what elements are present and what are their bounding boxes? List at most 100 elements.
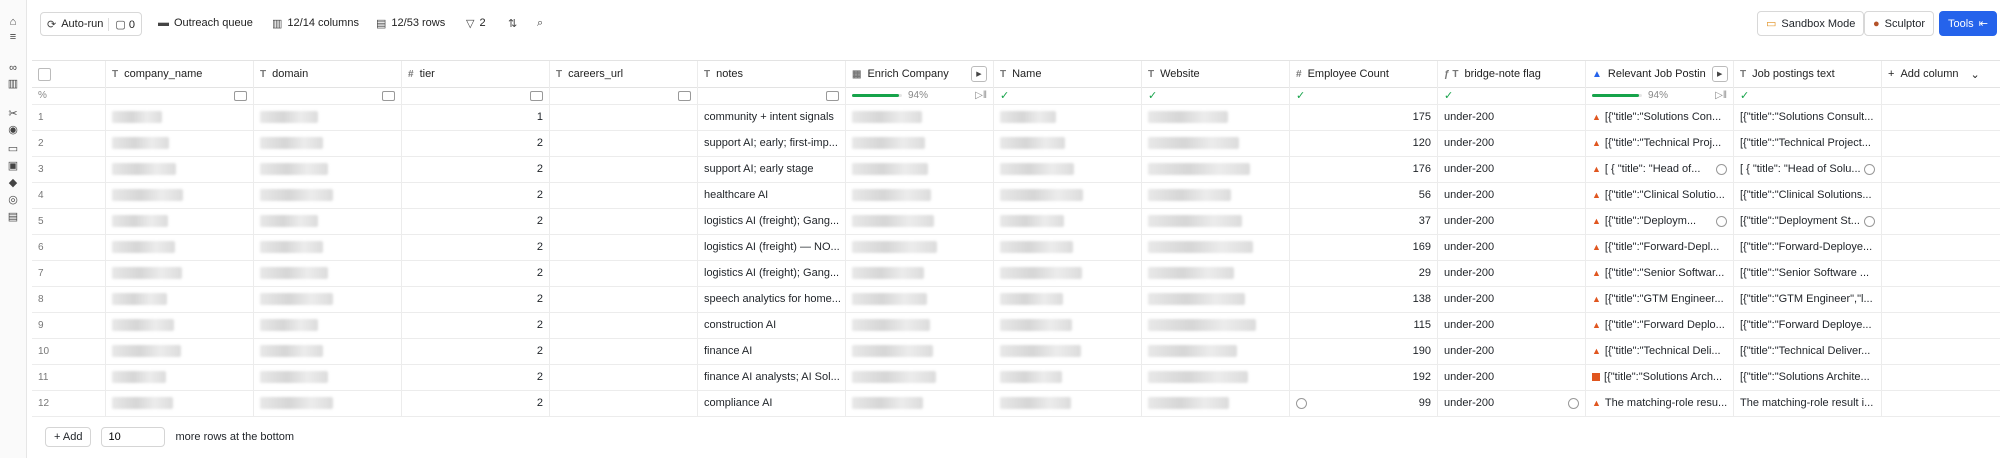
- careers-url-cell[interactable]: [550, 234, 698, 260]
- job-postings-text-cell[interactable]: [ { "title": "Head of Solu...: [1734, 156, 1882, 182]
- name-cell[interactable]: [994, 156, 1142, 182]
- tools-icon[interactable]: ✂: [7, 108, 19, 120]
- play-icon[interactable]: ▶: [1711, 66, 1728, 82]
- company-name-cell[interactable]: [106, 156, 254, 182]
- column-header-tier[interactable]: # tier: [402, 61, 550, 87]
- autorun-button[interactable]: ⟳ Auto-run ▢ 0: [40, 12, 143, 36]
- filter-toggle-icon[interactable]: [234, 90, 247, 101]
- relevant-job-postings-cell[interactable]: ▲ [{"title":"GTM Engineer...: [1586, 286, 1734, 312]
- domain-cell[interactable]: [254, 130, 402, 156]
- broadcast-icon[interactable]: ◉: [7, 124, 19, 136]
- table-row[interactable]: 3 2 support AI; early stage 176 under-200 ▲[ …: [32, 156, 2000, 183]
- filter-toggle-icon[interactable]: [678, 90, 691, 101]
- enrich-company-cell[interactable]: [846, 338, 994, 364]
- column-header-employee-count[interactable]: # Employee Count: [1290, 61, 1438, 87]
- notes-cell[interactable]: support AI; early; first-imp...: [698, 130, 846, 156]
- website-cell[interactable]: [1142, 364, 1290, 390]
- careers-url-cell[interactable]: [550, 104, 698, 130]
- row-number-cell[interactable]: 12: [32, 390, 106, 416]
- careers-url-cell[interactable]: [550, 364, 698, 390]
- bridge-note-flag-cell[interactable]: under-200: [1438, 208, 1586, 234]
- name-cell[interactable]: [994, 364, 1142, 390]
- notes-cell[interactable]: community + intent signals: [698, 104, 846, 130]
- table-row[interactable]: 12 2 compliance AI 99 under-200 ▲ The matching…: [32, 390, 2000, 417]
- company-name-cell[interactable]: [106, 130, 254, 156]
- tier-cell[interactable]: 2: [402, 364, 550, 390]
- relevant-job-postings-cell[interactable]: ▲ [{"title":"Clinical Solutio...: [1586, 182, 1734, 208]
- notes-cell[interactable]: finance AI analysts; AI Sol...: [698, 364, 846, 390]
- row-number-cell[interactable]: 10: [32, 338, 106, 364]
- tier-cell[interactable]: 2: [402, 338, 550, 364]
- careers-url-cell[interactable]: [550, 156, 698, 182]
- bridge-note-flag-cell[interactable]: under-200: [1438, 338, 1586, 364]
- employee-count-cell[interactable]: 169: [1290, 234, 1438, 260]
- company-name-cell[interactable]: [106, 338, 254, 364]
- bridge-note-flag-cell[interactable]: under-200: [1438, 364, 1586, 390]
- notes-cell[interactable]: construction AI: [698, 312, 846, 338]
- website-cell[interactable]: [1142, 156, 1290, 182]
- filter-toggle-icon[interactable]: [382, 90, 395, 101]
- row-number-cell[interactable]: 3: [32, 156, 106, 182]
- employee-count-cell[interactable]: 176: [1290, 156, 1438, 182]
- column-header-company-name[interactable]: T company_name: [106, 61, 254, 87]
- website-cell[interactable]: [1142, 208, 1290, 234]
- record-icon[interactable]: ◎: [7, 194, 19, 206]
- domain-cell[interactable]: [254, 312, 402, 338]
- job-postings-text-cell[interactable]: [{"title":"GTM Engineer","l...: [1734, 286, 1882, 312]
- bridge-note-flag-cell[interactable]: under-200: [1438, 182, 1586, 208]
- careers-url-cell[interactable]: [550, 312, 698, 338]
- notes-cell[interactable]: logistics AI (freight); Gang...: [698, 208, 846, 234]
- row-number-cell[interactable]: 4: [32, 182, 106, 208]
- name-cell[interactable]: [994, 182, 1142, 208]
- domain-cell[interactable]: [254, 286, 402, 312]
- website-cell[interactable]: [1142, 234, 1290, 260]
- job-postings-text-cell[interactable]: [{"title":"Senior Software ...: [1734, 260, 1882, 286]
- company-name-cell[interactable]: [106, 286, 254, 312]
- column-header-enrich-company[interactable]: ▦ Enrich Company ▶: [846, 61, 994, 87]
- filter-toggle-icon[interactable]: [530, 90, 543, 101]
- play-icon[interactable]: ▶: [971, 66, 987, 82]
- notes-cell[interactable]: logistics AI (freight); Gang...: [698, 260, 846, 286]
- careers-url-cell[interactable]: [550, 286, 698, 312]
- list-icon[interactable]: ≡: [7, 31, 19, 43]
- filter-button[interactable]: ▽ 2: [466, 12, 486, 34]
- tier-cell[interactable]: 2: [402, 312, 550, 338]
- job-postings-text-cell[interactable]: [{"title":"Forward-Deploye...: [1734, 234, 1882, 260]
- sort-button[interactable]: ⇅: [508, 12, 517, 34]
- inbox-icon[interactable]: ▣: [7, 160, 19, 172]
- relevant-job-postings-cell[interactable]: ▲ [{"title":"Technical Proj...: [1586, 130, 1734, 156]
- enrich-company-cell[interactable]: [846, 182, 994, 208]
- add-column-button[interactable]: + Add column ⌄: [1882, 61, 2000, 87]
- enrich-company-cell[interactable]: [846, 208, 994, 234]
- diamond-icon[interactable]: ◆: [7, 177, 19, 189]
- sandbox-mode-button[interactable]: ▭ Sandbox Mode: [1757, 11, 1865, 36]
- enrich-company-cell[interactable]: [846, 312, 994, 338]
- tools-button[interactable]: Tools ⇤: [1939, 11, 1997, 36]
- careers-url-cell[interactable]: [550, 208, 698, 234]
- column-header-job-postings-text[interactable]: T Job postings text: [1734, 61, 1882, 87]
- enrich-company-cell[interactable]: [846, 390, 994, 416]
- rows-count-input[interactable]: [101, 427, 166, 447]
- careers-url-cell[interactable]: [550, 260, 698, 286]
- job-postings-text-cell[interactable]: [{"title":"Deployment St...: [1734, 208, 1882, 234]
- enrich-company-cell[interactable]: [846, 156, 994, 182]
- domain-cell[interactable]: [254, 364, 402, 390]
- bridge-note-flag-cell[interactable]: under-200: [1438, 104, 1586, 130]
- column-header-bridge-note-flag[interactable]: ƒ T bridge-note flag: [1438, 61, 1586, 87]
- enrich-company-cell[interactable]: [846, 286, 994, 312]
- enrich-company-cell[interactable]: [846, 260, 994, 286]
- name-cell[interactable]: [994, 312, 1142, 338]
- select-all-checkbox[interactable]: [38, 67, 51, 81]
- employee-count-cell[interactable]: 37: [1290, 208, 1438, 234]
- name-cell[interactable]: [994, 390, 1142, 416]
- relevant-job-postings-cell[interactable]: ▲ [{"title":"Forward-Depl...: [1586, 234, 1734, 260]
- tier-cell[interactable]: 2: [402, 130, 550, 156]
- company-name-cell[interactable]: [106, 364, 254, 390]
- name-cell[interactable]: [994, 130, 1142, 156]
- notes-cell[interactable]: logistics AI (freight) — NO...: [698, 234, 846, 260]
- domain-cell[interactable]: [254, 390, 402, 416]
- table-row[interactable]: 1 1 community + intent signals 175 under-200…: [32, 104, 2000, 131]
- relevant-job-postings-cell[interactable]: ▲ [{"title":"Forward Deplo...: [1586, 312, 1734, 338]
- careers-url-cell[interactable]: [550, 390, 698, 416]
- careers-url-cell[interactable]: [550, 182, 698, 208]
